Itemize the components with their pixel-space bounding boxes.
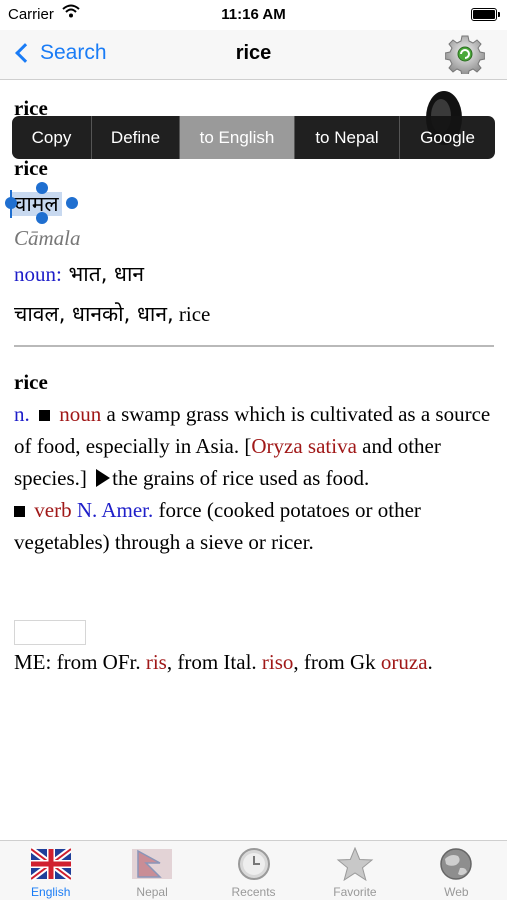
etym-word-1: ris [145,650,167,674]
tab-nepal[interactable]: Nepal [101,841,202,900]
latin-name: Oryza sativa [251,434,357,458]
transliteration: Cāmala [14,226,81,250]
star-icon [336,847,374,881]
section-divider [14,345,494,347]
menu-define[interactable]: Define [92,116,180,159]
region-label: N. Amer. [76,498,154,522]
etym-word-3: oruza [380,650,428,674]
pos-verb: verb [34,498,72,522]
synonyms-english: rice [173,302,211,326]
selected-devanagari-word[interactable]: चामल [10,192,62,216]
gear-refresh-icon[interactable] [445,34,485,74]
pos-translations: भात, धान [61,262,145,286]
pos-noun: noun [59,402,102,426]
english-definition: rice n. noun a swamp grass which is cult… [14,366,498,558]
navigation-bar: Search rice [0,30,507,80]
tab-favorite[interactable]: Favorite [304,841,405,900]
nepal-flag-icon [132,849,173,879]
dictionary-content: rice rice चामल Cāmala noun: भात, धान चाव… [0,80,507,840]
status-bar: Carrier 11:16 AM [0,0,507,30]
edit-menu: Copy Define to English to Nepal Google [12,116,495,159]
pos-label: noun: [14,262,62,286]
tab-web-label: Web [444,885,469,899]
selection-handle-top[interactable] [36,182,48,194]
menu-to-nepal[interactable]: to Nepal [295,116,400,159]
selection-handle-left[interactable] [5,197,17,209]
selection-handle-bottom[interactable] [36,212,48,224]
bullet-square-icon [39,409,50,421]
tab-english[interactable]: English [0,841,101,900]
menu-copy[interactable]: Copy [12,116,92,159]
synonyms-devanagari: चावल, धानको, धान, [14,302,174,326]
globe-icon [440,848,473,880]
clock-time: 11:16 AM [221,6,286,23]
menu-to-english[interactable]: to English [180,116,295,159]
tab-favorite-label: Favorite [333,885,377,899]
definition-verb: verb N. Amer. force (cooked potatoes or … [14,494,498,558]
etymology: ME: from OFr. ris, from Ital. riso, from… [14,646,498,678]
pos-translation-line: noun: भात, धान [14,260,144,288]
definition-2: the grains of rice used as food. [112,466,370,490]
definition-3: force (cooked potatoes or other vegetabl… [14,498,421,554]
tab-english-label: English [31,885,71,899]
tab-nepal-label: Nepal [136,885,168,899]
etym-word-2: riso [261,650,294,674]
page-title: rice [235,42,272,64]
blank-text-field[interactable] [14,620,86,645]
synonyms-line: चावल, धानको, धान, rice [14,300,210,328]
abbr-n: n. [14,402,30,426]
clock-icon [237,848,270,880]
bullet-square-icon [14,505,25,517]
headword-secondary: rice [14,156,48,180]
etym-prefix: ME: from OFr. [14,650,146,674]
etym-mid-1: , from Ital. [166,650,262,674]
triangle-bullet-icon [96,469,111,487]
entry-headword: rice [14,370,48,394]
tab-web[interactable]: Web [406,841,507,900]
menu-google[interactable]: Google [400,116,495,159]
definition-noun: n. noun a swamp grass which is cultivate… [14,398,498,494]
tab-recents-label: Recents [231,885,276,899]
battery-icon [471,8,500,21]
uk-flag-icon [30,847,71,881]
etym-mid-2: , from Gk [293,650,381,674]
tab-bar: English Nepal Recents Favorite Web [0,840,507,900]
etym-end: . [427,650,433,674]
tab-recents[interactable]: Recents [203,841,304,900]
selection-handle-right[interactable] [66,197,78,209]
